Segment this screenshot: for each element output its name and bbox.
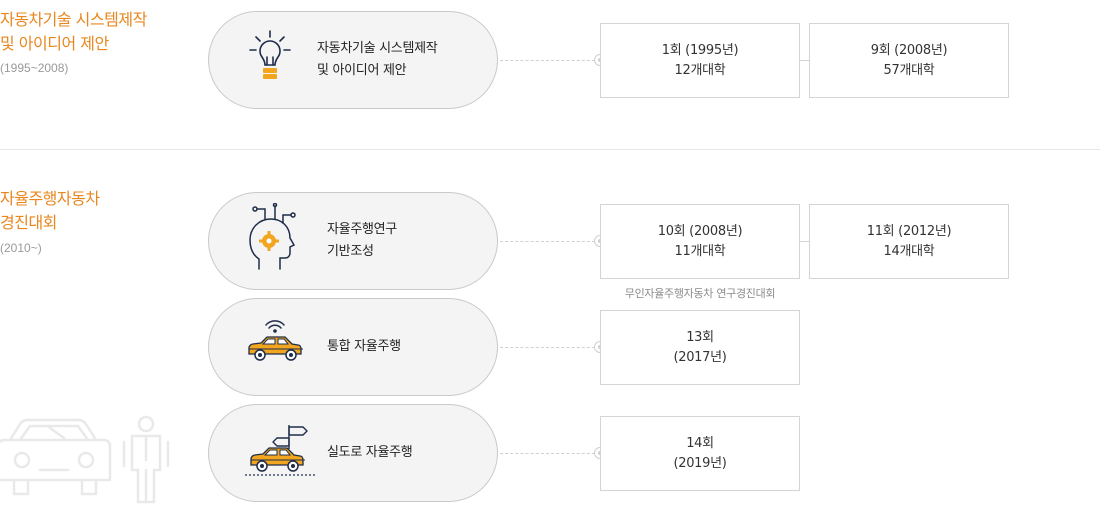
section-period: (1995~2008) [0,61,69,75]
car-person-illustration [0,410,170,508]
record-count: (2017년) [673,349,727,365]
record-round: 9회 (2008년) [870,42,948,58]
connected-car-icon [245,320,305,374]
competition-note: 무인자율주행자동차 연구경진대회 [624,287,776,300]
record-box: 11회 (2012년) 14개대학 [809,204,1009,279]
timeline-connector [500,60,595,61]
record-count: 11개대학 [674,243,726,259]
record-box: 14회 (2019년) [600,416,800,491]
record-round: 10회 (2008년) [657,223,743,239]
section-title: 자동차기술 시스템제작 및 아이디어 제안 [0,8,147,56]
record-round: 14회 [686,435,714,451]
stage-pill-real-road: 실도로 자율주행 [208,404,498,502]
record-round: 11회 (2012년) [866,223,952,239]
record-link [800,60,809,61]
section-period: (2010~) [0,241,42,255]
timeline-connector [500,453,595,454]
record-count: 57개대학 [883,62,935,78]
lightbulb-icon [245,28,295,92]
section-title: 자율주행자동차 경진대회 [0,187,100,235]
stage-pill-integrated: 통합 자율주행 [208,298,498,396]
stage-pill-system-idea: 자동차기술 시스템제작 및 아이디어 제안 [208,11,498,109]
timeline-connector [500,241,595,242]
record-link [800,241,809,242]
record-count: (2019년) [673,455,727,471]
section-title-line2: 경진대회 [0,213,57,232]
record-box: 13회 (2017년) [600,310,800,385]
section-title-line2: 및 아이디어 제안 [0,34,109,53]
ai-head-icon [245,202,299,279]
stage-pill-research-base: 자율주행연구 기반조성 [208,192,498,290]
record-count: 14개대학 [883,243,935,259]
record-round: 1회 (1995년) [661,42,739,58]
stage-label: 실도로 자율주행 [327,445,413,460]
stage-label: 자동차기술 시스템제작 및 아이디어 제안 [317,41,438,78]
section-title-line1: 자율주행자동차 [0,189,100,208]
road-car-icon [245,423,321,483]
stage-label: 통합 자율주행 [327,339,401,354]
record-box: 9회 (2008년) 57개대학 [809,23,1009,98]
stage-label: 자율주행연구 기반조성 [327,222,397,259]
timeline-connector [500,347,595,348]
record-count: 12개대학 [674,62,726,78]
section-divider [0,149,1100,150]
record-box: 10회 (2008년) 11개대학 [600,204,800,279]
section-title-line1: 자동차기술 시스템제작 [0,10,147,29]
record-box: 1회 (1995년) 12개대학 [600,23,800,98]
record-round: 13회 [686,329,714,345]
